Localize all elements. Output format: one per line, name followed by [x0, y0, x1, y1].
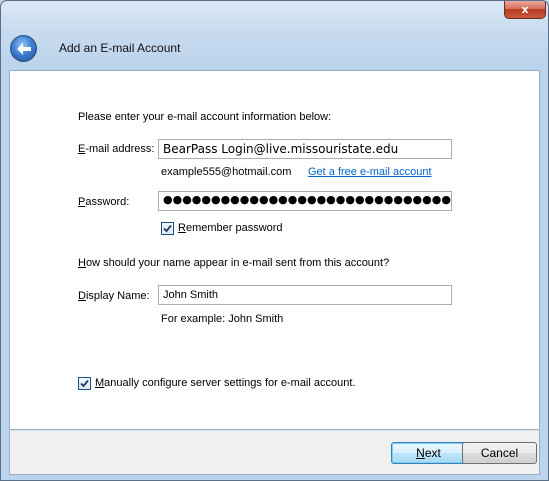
display-name-input[interactable]: John Smith [158, 285, 452, 305]
name-question: How should your name appear in e-mail se… [78, 257, 390, 269]
close-button[interactable]: x [504, 1, 546, 19]
password-label: Password: [78, 196, 130, 208]
back-arrow-icon [16, 42, 31, 55]
email-example: example555@hotmail.com [161, 166, 292, 178]
remember-password-checkbox[interactable] [161, 222, 174, 235]
checkmark-icon [80, 379, 89, 388]
email-label: E-mail address: [78, 143, 155, 155]
email-input[interactable]: BearPass Login@live.missouristate.edu [158, 139, 452, 159]
checkmark-icon [163, 224, 172, 233]
add-email-account-dialog: x Add an E-mail Account Please enter you… [0, 0, 549, 481]
display-name-label: Display Name: [78, 290, 150, 302]
close-icon: x [521, 3, 529, 16]
remember-password-label[interactable]: Remember password [178, 222, 283, 234]
manual-config-checkbox[interactable] [78, 377, 91, 390]
free-email-link[interactable]: Get a free e-mail account [308, 166, 432, 178]
cancel-button[interactable]: Cancel [462, 442, 537, 464]
content-panel [9, 70, 540, 430]
next-button[interactable]: Next [391, 442, 466, 464]
intro-text: Please enter your e-mail account informa… [78, 111, 332, 123]
back-button[interactable] [10, 35, 37, 62]
manual-config-label[interactable]: Manually configure server settings for e… [95, 377, 355, 389]
display-name-example: For example: John Smith [161, 313, 284, 325]
dialog-title: Add an E-mail Account [59, 41, 181, 55]
password-input[interactable]: ●●●●●●●●●●●●●●●●●●●●●●●●●●●●●●●●●●●●●●●●… [158, 191, 452, 211]
